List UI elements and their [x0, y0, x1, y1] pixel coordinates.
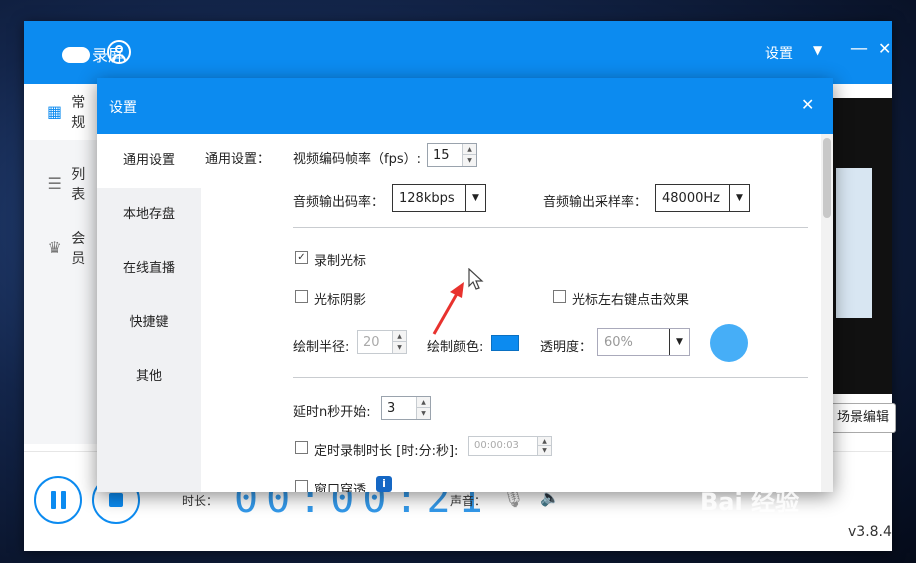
divider [293, 377, 808, 378]
click-effect-label: 光标左右键点击效果 [572, 293, 690, 308]
spin-down-icon[interactable]: ▼ [393, 342, 406, 353]
sidebar-item-general[interactable]: ▦ 常规 [24, 84, 98, 140]
sidebar-item-label: 列表 [71, 167, 86, 203]
fps-label: 视频编码帧率（fps）: [293, 152, 421, 167]
timed-record-checkbox[interactable] [295, 441, 308, 454]
pause-bar [60, 491, 66, 509]
timed-record-label: 定时录制时长 [时:分:秒]: [314, 444, 459, 459]
delay-value: 3 [387, 401, 396, 416]
stop-icon [109, 493, 123, 507]
nav-general[interactable]: 通用设置 [97, 134, 201, 188]
window-through-checkbox[interactable] [295, 480, 308, 492]
cursor-shadow-checkbox[interactable] [295, 290, 308, 303]
dialog-title: 设置 [109, 100, 137, 116]
sidebar-item-list[interactable]: ☰ 列表 [24, 156, 98, 212]
record-cursor-label: 录制光标 [314, 254, 367, 269]
radius-stepper[interactable]: 20 ▲ ▼ [357, 330, 407, 354]
spin-up-icon[interactable]: ▲ [393, 331, 406, 342]
scroll-thumb[interactable] [823, 138, 831, 218]
radius-value: 20 [363, 335, 380, 350]
window-through-label: 窗口穿透 [314, 483, 367, 492]
divider [293, 227, 808, 228]
spin-up-icon[interactable]: ▲ [417, 397, 430, 408]
info-icon[interactable]: i [376, 476, 392, 492]
spin-down-icon[interactable]: ▼ [417, 408, 430, 419]
audio-bitrate-value: 128kbps [399, 191, 455, 206]
spin-down-icon[interactable]: ▼ [538, 446, 551, 455]
spin-down-icon[interactable]: ▼ [463, 155, 476, 166]
spin-up-icon[interactable]: ▲ [463, 144, 476, 155]
delay-spin-buttons[interactable]: ▲ ▼ [416, 397, 430, 419]
blurred-logo [62, 47, 90, 63]
sidebar-item-member[interactable]: ♛ 会员 [24, 220, 98, 276]
menu-dropdown-icon[interactable]: ▼ [813, 43, 822, 57]
watermark: Bai 经验 [700, 488, 800, 516]
grid-icon: ▦ [47, 102, 63, 121]
timed-record-field[interactable]: 00:00:03 ▲ ▼ [468, 436, 552, 456]
dialog-close-button[interactable]: ✕ [801, 95, 814, 114]
sample-rate-label: 音频输出采样率： [543, 195, 648, 210]
app-titlebar: 录屏 设置 ▼ — ✕ [24, 21, 892, 84]
mouse-pointer-icon [468, 268, 484, 290]
nav-hotkeys[interactable]: 快捷键 [97, 296, 201, 350]
cursor-color-swatch[interactable] [491, 335, 519, 351]
duration-label: 时长： [182, 494, 219, 508]
sample-rate-value: 48000Hz [662, 191, 720, 206]
list-icon: ☰ [47, 174, 62, 193]
settings-button[interactable]: 设置 [765, 43, 793, 63]
delay-stepper[interactable]: 3 ▲ ▼ [381, 396, 431, 420]
close-button[interactable]: ✕ [878, 39, 891, 58]
watermark-url: jingyan.baidu.com [706, 528, 808, 541]
pause-bar [50, 491, 56, 509]
nav-live-stream[interactable]: 在线直播 [97, 242, 201, 296]
dialog-titlebar: 设置 ✕ [97, 78, 833, 134]
version-label: v3.8.4 [848, 524, 892, 540]
app-sidebar: ▦ 常规 ☰ 列表 ♛ 会员 [24, 84, 98, 444]
pause-button[interactable] [34, 476, 82, 524]
opacity-value: 60% [604, 335, 633, 350]
minimize-button[interactable]: — [850, 38, 868, 59]
preview-thumbnail [836, 168, 872, 318]
timed-record-value: 00:00:03 [474, 440, 519, 451]
nav-local-save[interactable]: 本地存盘 [97, 188, 201, 242]
opacity-label: 透明度： [540, 340, 593, 355]
radius-spin-buttons[interactable]: ▲ ▼ [392, 331, 406, 353]
audio-bitrate-label: 音频输出码率： [293, 195, 385, 210]
spin-up-icon[interactable]: ▲ [538, 437, 551, 446]
red-arrow-icon [432, 282, 464, 335]
sound-label: 声音： [450, 494, 487, 508]
timed-record-spin-buttons[interactable]: ▲ ▼ [537, 437, 551, 455]
click-effect-checkbox[interactable] [553, 290, 566, 303]
radius-label: 绘制半径: [293, 340, 350, 355]
fps-spin-buttons[interactable]: ▲ ▼ [462, 144, 476, 166]
dialog-scrollbar[interactable] [821, 134, 833, 492]
chevron-down-icon: ▼ [669, 329, 689, 355]
dialog-nav: 通用设置 本地存盘 在线直播 快捷键 其他 [97, 134, 201, 492]
preview-panel [830, 98, 892, 394]
user-icon[interactable] [107, 40, 131, 64]
cursor-shadow-label: 光标阴影 [314, 293, 367, 308]
nav-other[interactable]: 其他 [97, 350, 201, 404]
audio-bitrate-select[interactable]: 128kbps ▼ [392, 184, 486, 212]
opacity-select[interactable]: 60% ▼ [597, 328, 690, 356]
fps-stepper[interactable]: 15 ▲ ▼ [427, 143, 477, 167]
delay-label: 延时n秒开始: [293, 405, 371, 420]
record-cursor-checkbox[interactable]: ✓ [295, 251, 308, 264]
sidebar-item-label: 常规 [71, 95, 86, 131]
general-settings-panel: 通用设置： 视频编码帧率（fps）: 15 ▲ ▼ 音频输出码率： 128kbps… [201, 134, 821, 492]
chevron-down-icon: ▼ [729, 185, 749, 211]
sidebar-item-label: 会员 [71, 231, 86, 267]
crown-icon: ♛ [47, 238, 62, 257]
section-label: 通用设置： [205, 152, 271, 167]
fps-value: 15 [433, 148, 450, 163]
scene-edit-button[interactable]: 场景编辑 [824, 403, 896, 433]
sample-rate-select[interactable]: 48000Hz ▼ [655, 184, 750, 212]
chevron-down-icon: ▼ [465, 185, 485, 211]
cursor-preview-dot [710, 324, 748, 362]
